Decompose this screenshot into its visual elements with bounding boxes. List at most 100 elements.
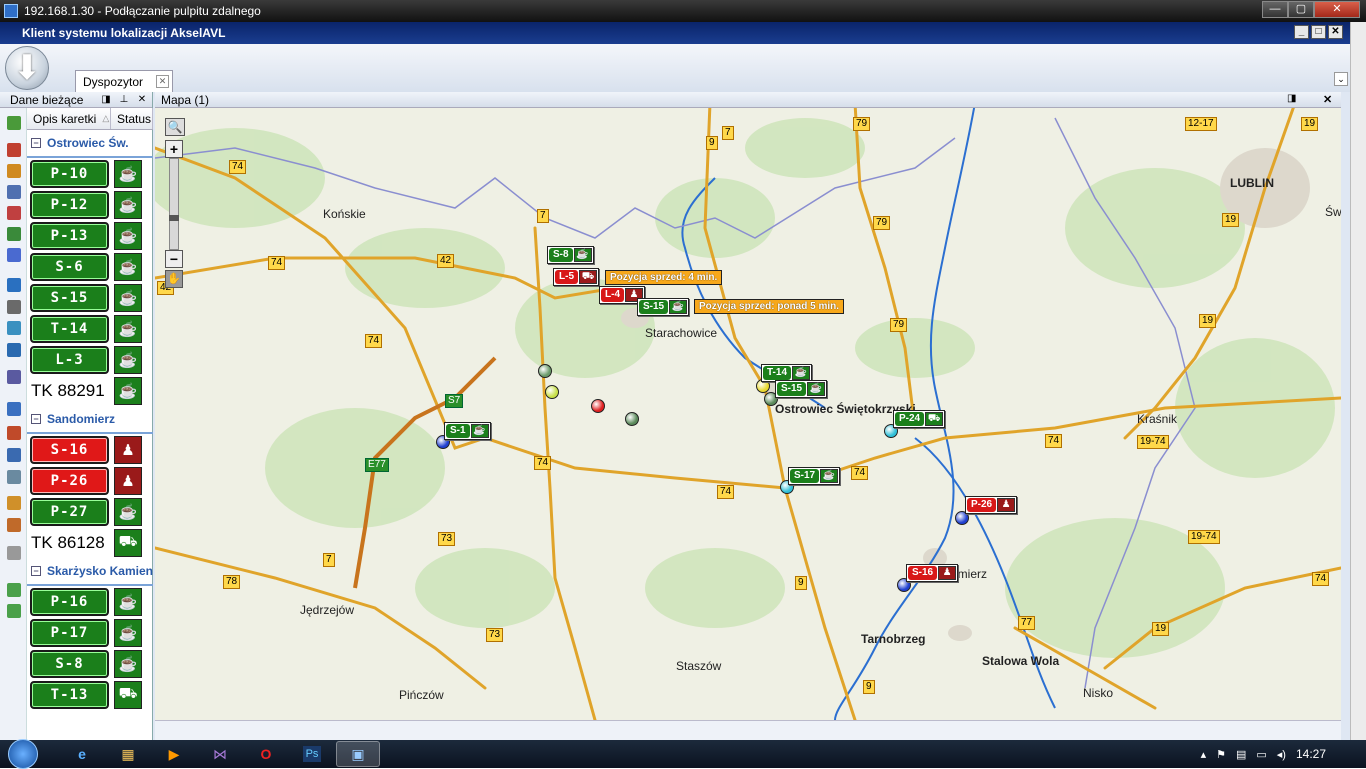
unit-label[interactable]: S-6 (30, 252, 109, 281)
flag-icon[interactable]: ⚑ (1216, 748, 1226, 761)
collapse-icon[interactable]: − (31, 138, 41, 148)
device-icon[interactable]: ▤ (1236, 748, 1246, 761)
unit-row[interactable]: P-27 ☕ (27, 496, 153, 527)
vehicle-marker[interactable]: P-24 ⛟ (893, 410, 946, 428)
unit-row[interactable]: TK 86128 ⛟ (27, 527, 153, 558)
start-button[interactable] (0, 739, 46, 769)
dock-icon[interactable]: ◨ (100, 94, 112, 105)
unit-label[interactable]: TK 88291 (30, 381, 109, 401)
window-scrollbar[interactable] (1350, 22, 1366, 740)
unit-label[interactable]: P-13 (30, 221, 109, 250)
vehicle-marker[interactable]: P-26 ♟ (965, 496, 1018, 514)
toolbar-icon[interactable] (7, 300, 21, 314)
vehicle-marker[interactable]: S-8 ☕ (547, 246, 594, 264)
zoom-search-icon[interactable]: 🔍 (165, 118, 185, 136)
unit-row[interactable]: P-17 ☕ (27, 617, 153, 648)
toolbar-icon[interactable] (7, 496, 21, 510)
unit-row[interactable]: P-12 ☕ (27, 189, 153, 220)
app-maximize-button[interactable]: □ (1311, 25, 1326, 39)
toolbar-icon[interactable] (7, 116, 21, 130)
unit-row[interactable]: S-15 ☕ (27, 282, 153, 313)
unit-label[interactable]: P-16 (30, 587, 109, 616)
rdp-minimize-button[interactable]: — (1262, 1, 1288, 18)
vehicle-marker[interactable]: S-1 ☕ (444, 422, 491, 440)
vehicle-pin[interactable] (538, 364, 552, 378)
unit-row[interactable]: T-13 ⛟ (27, 679, 153, 710)
hand-icon[interactable]: ✋ (165, 270, 183, 288)
unit-row[interactable]: T-14 ☕ (27, 313, 153, 344)
taskbar-ie[interactable]: e (60, 741, 104, 767)
unit-label[interactable]: L-3 (30, 345, 109, 374)
toolbar-icon[interactable] (7, 185, 21, 199)
close-icon[interactable]: ✕ (136, 94, 148, 105)
zoom-slider[interactable] (169, 158, 179, 250)
group-header[interactable]: − Skarżysko Kamien (27, 558, 153, 586)
vehicle-marker[interactable]: S-15 ☕ (775, 380, 828, 398)
tray-arrow-icon[interactable]: ▴ (1201, 748, 1207, 761)
unit-label[interactable]: S-8 (30, 649, 109, 678)
tab-dyspozytor[interactable]: Dyspozytor ✕ (75, 70, 173, 92)
app-close-button[interactable]: ✕ (1328, 25, 1343, 39)
taskbar-rdp[interactable]: ▣ (336, 741, 380, 767)
zoom-in-button[interactable]: + (165, 140, 183, 158)
col-status-header[interactable]: Status (111, 108, 153, 129)
ribbon-collapse-button[interactable]: ⌄ (1334, 72, 1348, 86)
vehicle-pin[interactable] (625, 412, 639, 426)
col-desc-header[interactable]: Opis karetki △ (27, 108, 111, 129)
unit-row[interactable]: L-3 ☕ (27, 344, 153, 375)
vehicle-pin[interactable] (545, 385, 559, 399)
unit-row[interactable]: P-10 ☕ (27, 158, 153, 189)
toolbar-icon[interactable] (7, 206, 21, 220)
toolbar-icon[interactable] (7, 370, 21, 384)
vehicle-marker[interactable]: S-15 ☕ (637, 298, 690, 316)
collapse-icon[interactable]: − (31, 566, 41, 576)
rdp-maximize-button[interactable]: ▢ (1288, 1, 1314, 18)
zoom-slider-thumb[interactable] (169, 215, 179, 221)
vehicle-marker[interactable]: S-17 ☕ (788, 467, 841, 485)
unit-row[interactable]: S-8 ☕ (27, 648, 153, 679)
pin-icon[interactable]: ⊥ (118, 94, 130, 105)
taskbar-media[interactable]: ▶ (152, 741, 196, 767)
collapse-icon[interactable]: − (31, 414, 41, 424)
toolbar-icon[interactable] (7, 518, 21, 532)
toolbar-icon[interactable] (7, 278, 21, 292)
dock-icon[interactable]: ◨ (1287, 93, 1296, 104)
group-header[interactable]: − Sandomierz (27, 406, 153, 434)
unit-row[interactable]: TK 88291 ☕ (27, 375, 153, 406)
taskbar-vs[interactable]: ⋈ (198, 741, 242, 767)
toolbar-icon[interactable] (7, 227, 21, 241)
unit-row[interactable]: P-26 ♟ (27, 465, 153, 496)
network-icon[interactable]: ▭ (1256, 748, 1266, 761)
unit-label[interactable]: T-13 (30, 680, 109, 709)
unit-label[interactable]: T-14 (30, 314, 109, 343)
taskbar-photoshop[interactable]: Ps (290, 741, 334, 767)
vehicle-pin[interactable] (591, 399, 605, 413)
unit-label[interactable]: P-10 (30, 159, 109, 188)
toolbar-icon[interactable] (7, 248, 21, 262)
unit-row[interactable]: S-6 ☕ (27, 251, 153, 282)
unit-label[interactable]: P-12 (30, 190, 109, 219)
unit-label[interactable]: S-16 (30, 435, 109, 464)
close-icon[interactable]: ✕ (1323, 93, 1332, 106)
toolbar-icon[interactable] (7, 402, 21, 416)
toolbar-icon[interactable] (7, 143, 21, 157)
taskbar-opera[interactable]: O (244, 741, 288, 767)
clock[interactable]: 14:27 (1296, 747, 1326, 761)
unit-label[interactable]: TK 86128 (30, 533, 109, 553)
unit-label[interactable]: P-26 (30, 466, 109, 495)
unit-label[interactable]: S-15 (30, 283, 109, 312)
taskbar-explorer[interactable]: ▦ (106, 741, 150, 767)
zoom-out-button[interactable]: − (165, 250, 183, 268)
map-view[interactable]: Końskie Starachowice Ostrowiec Świętokrzys… (155, 108, 1341, 720)
unit-row[interactable]: P-13 ☕ (27, 220, 153, 251)
group-header[interactable]: − Ostrowiec Św. (27, 130, 153, 158)
toolbar-icon[interactable] (7, 343, 21, 357)
toolbar-icon[interactable] (7, 321, 21, 335)
vehicle-marker[interactable]: L-5 ⛟ (553, 268, 599, 286)
toolbar-icon[interactable] (7, 164, 21, 178)
tab-close-button[interactable]: ✕ (156, 75, 169, 88)
unit-label[interactable]: P-17 (30, 618, 109, 647)
toolbar-icon[interactable] (7, 448, 21, 462)
toolbar-icon[interactable] (7, 426, 21, 440)
unit-label[interactable]: P-27 (30, 497, 109, 526)
